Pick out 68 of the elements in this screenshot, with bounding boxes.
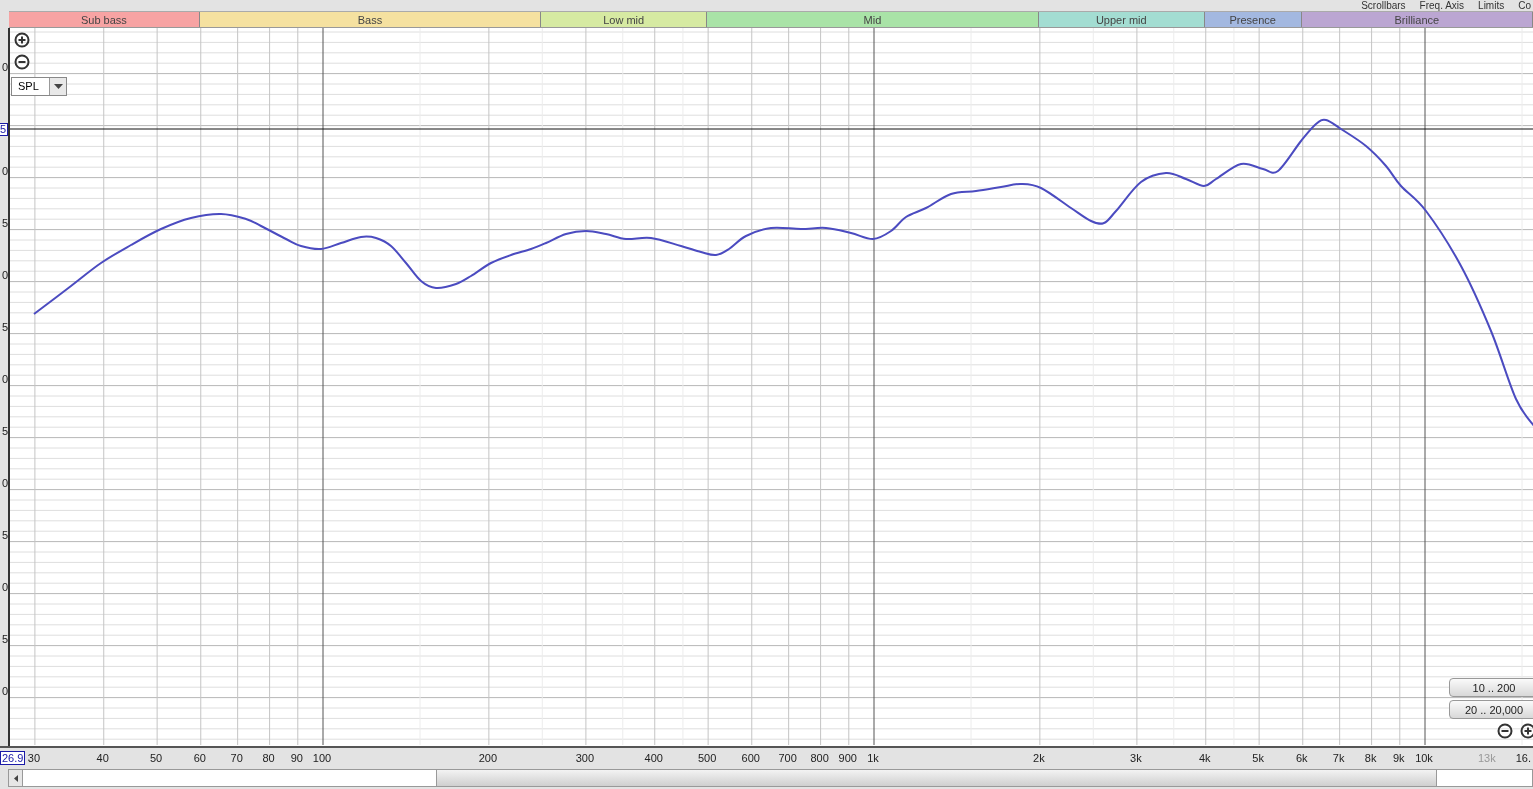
zoom-in-button[interactable] [1520, 723, 1533, 739]
horizontal-scrollbar[interactable] [8, 769, 1533, 787]
zoom-in-icon [14, 32, 30, 48]
x-axis-label: 3k [1130, 752, 1142, 764]
x-axis-label: 30 [27, 752, 40, 764]
frequency-band: Presence [1204, 12, 1302, 27]
x-axis-label: 5k [1252, 752, 1264, 764]
frequency-band: Mid [707, 12, 1039, 27]
zoom-in-icon [1520, 723, 1533, 739]
x-axis-label: 90 [290, 752, 303, 764]
frequency-band: Sub bass [9, 12, 200, 27]
y-axis-label: 5 [1, 217, 8, 229]
frequency-band: Brilliance [1301, 12, 1533, 27]
y-axis-label: 5 [1, 633, 8, 645]
x-axis-label: 80 [262, 752, 275, 764]
left-arrow-icon[interactable] [13, 774, 18, 782]
scrollbar-thumb[interactable] [436, 770, 1437, 786]
x-axis-label: 500 [697, 752, 717, 764]
x-axis-label: 10k [1415, 752, 1433, 764]
x-axis-label: 900 [838, 752, 857, 764]
x-axis-label: 40 [96, 752, 109, 764]
zoom-out-button[interactable] [1497, 723, 1513, 739]
x-axis-label: 60 [193, 752, 206, 764]
x-axis-label: 6k [1295, 752, 1308, 764]
y-axis-label: 0 [1, 269, 8, 281]
x-axis-label: 700 [778, 752, 797, 764]
graph-type-dropdown[interactable]: SPL [11, 77, 67, 96]
y-axis-label: 0 [1, 373, 8, 385]
x-axis-label: 7k [1332, 752, 1345, 764]
x-axis-label: 4k [1198, 752, 1211, 764]
zoom-out-button[interactable] [14, 54, 30, 70]
x-axis-label: 600 [741, 752, 760, 764]
x-axis-label: 300 [575, 752, 595, 764]
cursor-readout: 26.9 [0, 751, 26, 765]
x-axis-label: 100 [312, 752, 332, 764]
x-axis-label: 200 [478, 752, 498, 764]
range-button[interactable]: 20 .. 20,000 [1449, 700, 1533, 719]
y-axis-label: 5 [1, 529, 8, 541]
x-axis-label: 50 [150, 752, 163, 764]
zoom-out-icon [14, 54, 30, 70]
x-axis-label: 16. [1515, 752, 1531, 764]
y-axis-label: 0 [1, 61, 8, 73]
x-axis-label: 13k [1477, 752, 1496, 764]
x-axis-label: 8k [1364, 752, 1377, 764]
cursor-readout: 5 [0, 123, 8, 136]
menu-item[interactable]: Co [1518, 1, 1531, 11]
menu-item[interactable]: Scrollbars [1361, 1, 1406, 11]
frequency-band: Upper mid [1038, 12, 1205, 27]
y-axis-label: 0 [1, 685, 8, 697]
range-button[interactable]: 10 .. 200 [1449, 678, 1533, 697]
frequency-band: Low mid [541, 12, 708, 27]
y-axis-label: 5 [1, 321, 8, 333]
x-axis-label: 400 [644, 752, 663, 764]
zoom-in-button[interactable] [14, 32, 30, 48]
y-axis-label: 0 [1, 581, 8, 593]
x-axis-label: 800 [810, 752, 829, 764]
x-axis-label: 70 [230, 752, 243, 764]
frequency-band: Bass [199, 12, 542, 27]
x-axis-label: 1k [867, 752, 879, 764]
menu-item[interactable]: Limits [1478, 1, 1505, 11]
y-axis-label: 5 [1, 425, 8, 437]
caret-icon [53, 84, 63, 89]
y-axis-label: 0 [1, 477, 8, 489]
y-axis-label: 0 [1, 165, 8, 177]
x-axis-label: 2k [1033, 752, 1045, 764]
menu-item[interactable]: Freq. Axis [1419, 1, 1465, 11]
zoom-out-icon [1497, 723, 1513, 739]
x-axis-label: 9k [1392, 752, 1405, 764]
